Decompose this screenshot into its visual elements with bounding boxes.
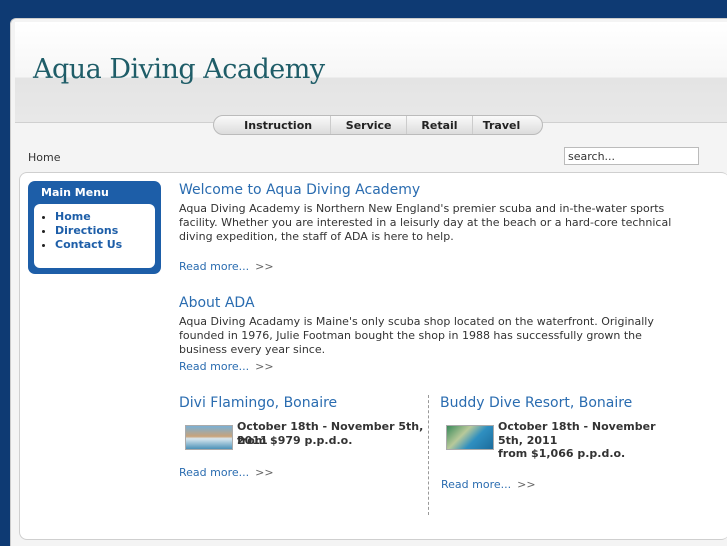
page-body: { "site": { "title": "Aqua Diving Academ… (0, 0, 727, 546)
arrows-icon: >> (255, 360, 274, 373)
menu-item-home[interactable]: Home (55, 210, 155, 224)
menu-item-directions[interactable]: Directions (55, 224, 155, 238)
welcome-heading[interactable]: Welcome to Aqua Diving Academy (179, 182, 420, 198)
trip2-photo[interactable] (446, 425, 494, 450)
read-more-link[interactable]: Read more... (441, 478, 511, 491)
about-heading[interactable]: About ADA (179, 295, 255, 311)
read-more-link[interactable]: Read more... (179, 260, 249, 273)
main-menu-list: Home Directions Contact Us (34, 204, 155, 268)
about-read-more[interactable]: Read more... >> (179, 360, 274, 373)
arrows-icon: >> (255, 466, 274, 479)
menu-item-contact-us[interactable]: Contact Us (55, 238, 155, 252)
trip2-heading[interactable]: Buddy Dive Resort, Bonaire (440, 395, 632, 411)
read-more-link[interactable]: Read more... (179, 466, 249, 479)
column-divider (428, 395, 429, 515)
nav-service[interactable]: Service (331, 116, 408, 134)
arrows-icon: >> (255, 260, 274, 273)
site-logo[interactable]: Aqua Diving Academy (33, 54, 325, 85)
trip2-read-more[interactable]: Read more... >> (441, 478, 536, 491)
read-more-link[interactable]: Read more... (179, 360, 249, 373)
top-navigation: Instruction Service Retail Travel (213, 115, 543, 135)
nav-instruction[interactable]: Instruction (226, 116, 332, 134)
page-frame: Aqua Diving Academy Instruction Service … (10, 18, 727, 546)
trip1-price: from $979 p.p.d.o. (237, 434, 353, 447)
search-input[interactable] (564, 147, 699, 165)
nav-travel[interactable]: Travel (473, 116, 530, 134)
about-text: Aqua Diving Acadamy is Maine's only scub… (179, 315, 654, 356)
trip1-photo[interactable] (185, 425, 233, 450)
welcome-read-more[interactable]: Read more... >> (179, 260, 274, 273)
main-content: Main Menu Home Directions Contact Us Wel… (19, 172, 727, 540)
welcome-text: Aqua Diving Academy is Northern New Engl… (179, 202, 672, 243)
main-menu: Main Menu Home Directions Contact Us (28, 181, 161, 274)
trip1-read-more[interactable]: Read more... >> (179, 466, 274, 479)
site-header: Aqua Diving Academy (15, 22, 727, 123)
trip2-dates: October 18th - November 5th, 2011 (498, 420, 656, 447)
trip1-heading[interactable]: Divi Flamingo, Bonaire (179, 395, 337, 411)
trip2-price: from $1,066 p.p.d.o. (498, 447, 626, 460)
main-menu-title: Main Menu (41, 186, 109, 199)
breadcrumb: Home (28, 151, 61, 164)
nav-retail[interactable]: Retail (407, 116, 473, 134)
arrows-icon: >> (517, 478, 536, 491)
